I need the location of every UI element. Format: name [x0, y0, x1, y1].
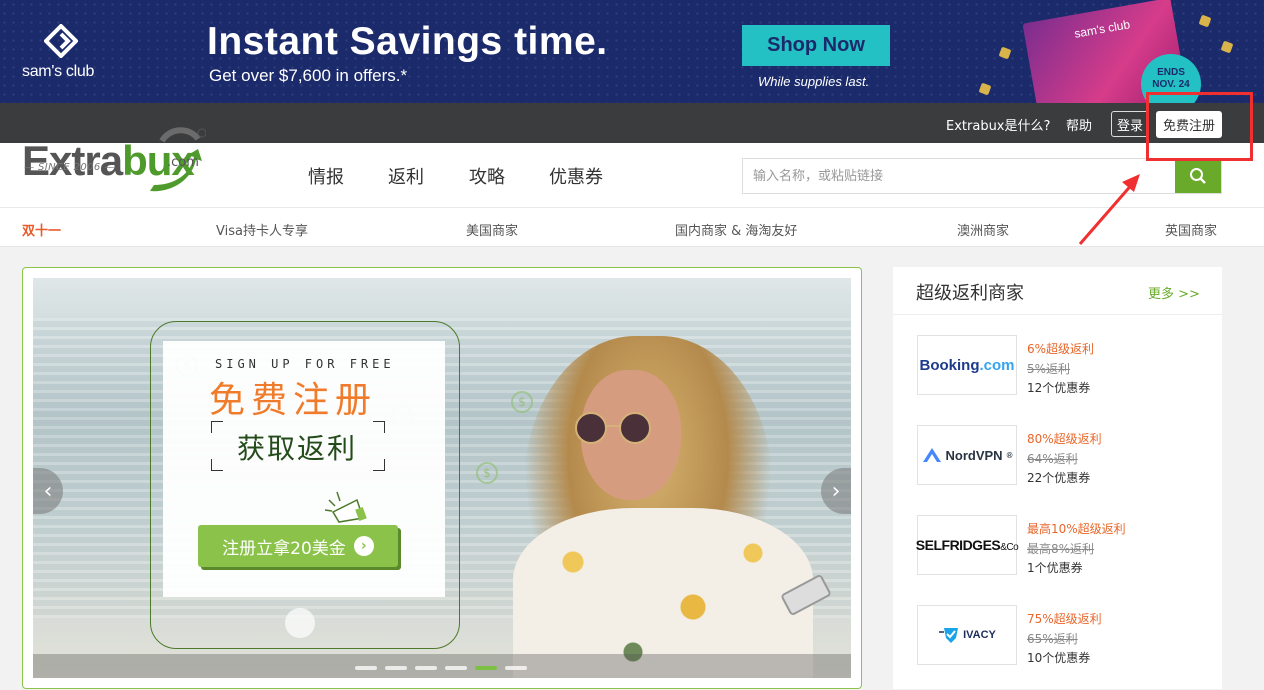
ivacy-shield-icon [939, 628, 959, 643]
extrabux-logo[interactable]: Extrabux .com — SINCE 2006 — [22, 123, 212, 203]
merchant-logo-nordvpn[interactable]: NordVPN ® [917, 425, 1017, 485]
ad-headline: Instant Savings time. [207, 20, 608, 63]
booking-logo-suffix: .com [979, 356, 1015, 374]
nordvpn-logo-text: NordVPN ® [922, 447, 1013, 463]
megaphone-icon [324, 491, 367, 523]
booking-logo-text: Booking.com [919, 357, 1014, 374]
booking-logo-main: Booking [919, 356, 980, 374]
selfridges-logo-text: SELFRIDGES&Co [915, 537, 1019, 553]
selfridges-logo-suffix: &Co [1000, 542, 1019, 553]
logo-main-text: Extra [22, 137, 123, 184]
merchant-logo-ivacy[interactable]: IVACY [917, 605, 1017, 665]
logo-com: .com [167, 155, 199, 170]
merchant-old-rate: 64%返利 [1027, 452, 1078, 466]
merchant-coupon-count[interactable]: 22个优惠券 [1027, 469, 1090, 486]
search-input[interactable] [743, 159, 1173, 193]
category-bar: 双十一 Visa持卡人专享 美国商家 国内商家 & 海淘友好 澳洲商家 英国商家 [0, 207, 1264, 247]
ends-date: NOV. 24 [1152, 79, 1190, 90]
hero-carousel: $ $ $ $ SIGN UP FOR FREE 免费注册 获取返利 注册立拿2… [22, 267, 862, 689]
ends-label: ENDS [1157, 67, 1185, 78]
merchant-item[interactable]: Booking.com 6%超级返利 5%返利 12个优惠券 [917, 335, 1207, 397]
ad-shop-now-button[interactable]: Shop Now [742, 25, 890, 66]
ad-supplies-note: While supplies last. [758, 74, 870, 89]
nav-item-news[interactable]: 情报 [308, 163, 344, 189]
carousel-pager [33, 654, 851, 678]
search-icon [1190, 168, 1206, 184]
logo-since: — SINCE 2006 — [24, 162, 115, 173]
merchant-old-rate: 65%返利 [1027, 632, 1078, 646]
promo-card: SIGN UP FOR FREE 免费注册 获取返利 注册立拿20美金 › [163, 341, 445, 597]
sams-club-ad-banner[interactable]: sam's club Instant Savings time. Get ove… [0, 0, 1264, 103]
ivacy-logo-text: IVACY [938, 626, 996, 644]
search-button[interactable] [1175, 159, 1221, 193]
merchant-super-rate[interactable]: 75%超级返利 [1027, 610, 1102, 627]
corner-decoration [211, 421, 223, 433]
sams-club-logo-icon [44, 24, 78, 58]
chevron-left-icon: ‹ [43, 478, 53, 504]
woman-photo-dress [513, 508, 813, 678]
merchant-logo-selfridges[interactable]: SELFRIDGES&Co [915, 515, 1019, 575]
divider [893, 314, 1222, 315]
pager-dot[interactable] [445, 666, 467, 670]
promo-title: 免费注册 [209, 380, 378, 421]
search-box [742, 158, 1222, 194]
merchant-item[interactable]: IVACY 75%超级返利 65%返利 10个优惠券 [917, 605, 1207, 667]
coin-icon: $ [511, 391, 533, 413]
merchant-super-rate[interactable]: 80%超级返利 [1027, 430, 1102, 447]
category-visa[interactable]: Visa持卡人专享 [216, 220, 308, 239]
category-us-stores[interactable]: 美国商家 [466, 220, 518, 239]
merchant-coupon-count[interactable]: 12个优惠券 [1027, 379, 1090, 396]
merchant-super-rate[interactable]: 6%超级返利 [1027, 340, 1094, 357]
merchant-coupon-count[interactable]: 10个优惠券 [1027, 649, 1090, 666]
nordvpn-logo-main: NordVPN [945, 447, 1003, 463]
merchant-item[interactable]: NordVPN ® 80%超级返利 64%返利 22个优惠券 [917, 425, 1207, 487]
promo-subtitle: 获取返利 [237, 432, 358, 465]
merchant-super-rate[interactable]: 最高10%超级返利 [1027, 520, 1126, 537]
nordvpn-logo-mark: ® [1006, 450, 1013, 460]
help-link[interactable]: 帮助 [1066, 115, 1092, 134]
pager-dot[interactable] [415, 666, 437, 670]
promo-signup-button[interactable]: 注册立拿20美金 › [198, 525, 398, 567]
corner-decoration [373, 421, 385, 433]
sidebar-more-link[interactable]: 更多 >> [1148, 283, 1200, 302]
promo-signup-text: SIGN UP FOR FREE [215, 357, 395, 371]
free-signup-button[interactable]: 免费注册 [1156, 111, 1222, 138]
category-uk-stores[interactable]: 英国商家 [1165, 220, 1217, 239]
merchant-old-rate: 5%返利 [1027, 362, 1071, 376]
nordvpn-mountain-icon [922, 448, 941, 462]
promo-cta-label: 注册立拿20美金 [222, 538, 346, 559]
pager-dot[interactable] [355, 666, 377, 670]
ad-brand: sam's club [22, 63, 95, 80]
corner-decoration [373, 459, 385, 471]
corner-decoration [211, 459, 223, 471]
main-header: Extrabux .com — SINCE 2006 — 情报 返利 攻略 优惠… [0, 127, 1264, 207]
pager-dot[interactable] [385, 666, 407, 670]
hero-slide[interactable]: $ $ $ $ SIGN UP FOR FREE 免费注册 获取返利 注册立拿2… [33, 278, 851, 678]
sunglasses-image [575, 412, 651, 444]
category-double-eleven[interactable]: 双十一 [22, 220, 61, 239]
nav-item-guides[interactable]: 攻略 [469, 163, 505, 189]
chevron-right-icon: › [353, 536, 374, 556]
merchant-item[interactable]: SELFRIDGES&Co 最高10%超级返利 最高8%返利 1个优惠券 [915, 515, 1207, 577]
category-china-stores[interactable]: 国内商家 & 海淘友好 [675, 220, 797, 239]
category-australia-stores[interactable]: 澳洲商家 [957, 220, 1009, 239]
super-cashback-sidebar: 超级返利商家 更多 >> Booking.com 6%超级返利 5%返利 12个… [893, 267, 1222, 689]
ivacy-logo-main: IVACY [963, 629, 996, 641]
merchant-coupon-count[interactable]: 1个优惠券 [1027, 559, 1083, 576]
coin-icon: $ [476, 462, 498, 484]
merchant-old-rate: 最高8%返利 [1027, 542, 1095, 556]
selfridges-logo-main: SELFRIDGES [915, 537, 1001, 553]
chevron-right-icon: › [831, 478, 841, 504]
merchant-logo-booking[interactable]: Booking.com [917, 335, 1017, 395]
what-is-extrabux-link[interactable]: Extrabux是什么? [946, 115, 1050, 134]
nav-item-coupons[interactable]: 优惠券 [549, 163, 603, 189]
carousel-touch-indicator [285, 608, 315, 638]
pager-dot-active[interactable] [475, 666, 497, 670]
login-button[interactable]: 登录 [1111, 111, 1149, 137]
nav-item-cashback[interactable]: 返利 [388, 163, 424, 189]
pager-dot[interactable] [505, 666, 527, 670]
ad-subline: Get over $7,600 in offers.* [209, 66, 408, 85]
sidebar-title: 超级返利商家 [916, 283, 1024, 304]
